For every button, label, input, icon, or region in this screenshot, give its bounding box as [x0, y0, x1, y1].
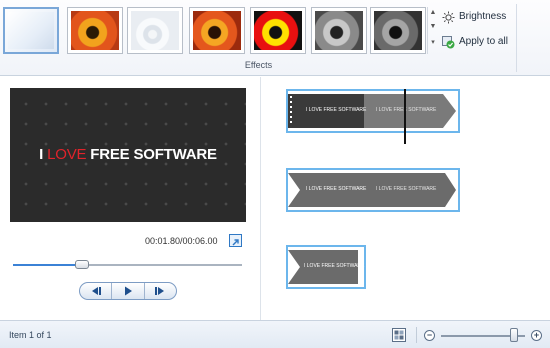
storyboard-clip[interactable]: I LOVE FREE SOFTWARE I LOVE FREE SOFTWAR…: [286, 168, 460, 212]
thumbnail-view-icon: [392, 328, 406, 342]
playback-controls: [79, 282, 177, 300]
sun-icon: [442, 11, 455, 23]
effect-thumb-posterize[interactable]: [250, 7, 306, 54]
apply-to-all-button[interactable]: Apply to all: [442, 33, 508, 51]
logo-love: LOVE: [47, 146, 87, 163]
gallery-down-icon[interactable]: ▼: [429, 21, 437, 33]
storyboard: I LOVE FREE SOFTWARE I LOVE FREE SOFTWAR…: [261, 77, 550, 320]
zoom-in-button[interactable]: +: [531, 330, 542, 341]
next-frame-button[interactable]: [143, 283, 176, 299]
apply-to-all-label: Apply to all: [459, 36, 508, 47]
effect-thumb-warm[interactable]: [189, 7, 245, 54]
apply-check-icon: [442, 35, 455, 48]
storyboard-clip[interactable]: I LOVE FREE SOFTWARE: [286, 245, 366, 289]
status-separator: [416, 327, 417, 343]
effect-thumb-grayscale[interactable]: [311, 7, 367, 54]
preview-monitor[interactable]: I LOVE FREE SOFTWARE: [10, 88, 246, 222]
effect-thumb-light[interactable]: [127, 7, 183, 54]
next-frame-icon: [155, 287, 165, 295]
effect-thumb-none[interactable]: [3, 7, 59, 54]
seek-progress: [13, 264, 82, 266]
preview-pane: I LOVE FREE SOFTWARE 00:01.80/00:06.00: [0, 77, 260, 320]
seek-bar[interactable]: [13, 264, 242, 266]
effect-thumb-dark-grayscale[interactable]: [370, 7, 426, 54]
gallery-scrollbar[interactable]: ▲ ▼ ▾: [427, 7, 437, 54]
status-bar: Item 1 of 1 − +: [0, 320, 550, 348]
clip-title-overlay: I LOVE FREE SOFTWARE: [376, 186, 437, 192]
previous-frame-button[interactable]: [80, 283, 111, 299]
logo-suffix: FREE SOFTWARE: [86, 146, 217, 163]
play-icon: [124, 286, 132, 296]
effects-group-label: Effects: [244, 60, 273, 70]
clip-title: I LOVE FREE SOFTWARE: [306, 186, 367, 192]
clip-title: I LOVE FREE SOFTWARE: [304, 263, 365, 269]
preview-logo-text: I LOVE FREE SOFTWARE: [10, 146, 246, 163]
brightness-label: Brightness: [459, 11, 507, 22]
clip-title-overlay: I LOVE FREE SOFTWARE: [376, 107, 437, 113]
item-count: Item 1 of 1: [9, 330, 52, 340]
logo-prefix: I: [39, 146, 48, 163]
plus-icon: +: [533, 330, 540, 340]
effect-thumb-orange[interactable]: [67, 7, 123, 54]
fullscreen-button[interactable]: [229, 234, 242, 247]
time-display: 00:01.80/00:06.00: [145, 236, 218, 246]
play-button[interactable]: [111, 283, 143, 299]
playhead[interactable]: [404, 89, 406, 144]
brightness-button[interactable]: Brightness: [442, 8, 506, 26]
previous-frame-icon: [91, 287, 101, 295]
ribbon: ▲ ▼ ▾ Brightness Apply to all Effects: [0, 0, 550, 76]
thumbnail-size-button[interactable]: [392, 328, 406, 347]
gallery-up-icon[interactable]: ▲: [429, 7, 437, 19]
ribbon-separator: [516, 4, 517, 72]
expand-icon: [232, 239, 239, 246]
storyboard-clip[interactable]: I LOVE FREE SOFTWARE I LOVE FREE SOFTWAR…: [286, 89, 460, 144]
zoom-thumb[interactable]: [510, 328, 519, 342]
seek-thumb[interactable]: [74, 260, 89, 269]
gallery-more-icon[interactable]: ▾: [429, 37, 437, 49]
clip-title: I LOVE FREE SOFTWARE: [306, 107, 367, 113]
minus-icon: −: [426, 330, 433, 340]
zoom-out-button[interactable]: −: [424, 330, 435, 341]
